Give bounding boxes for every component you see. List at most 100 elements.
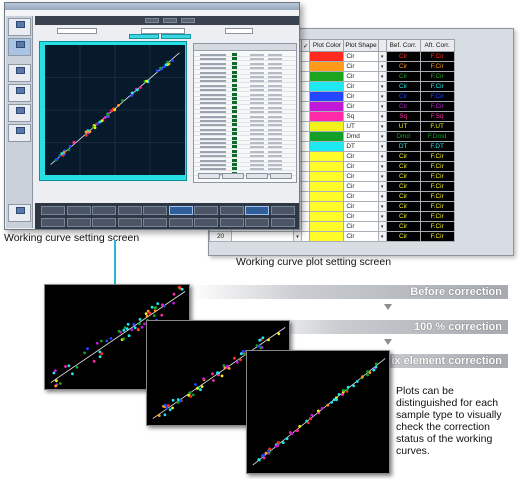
plot-shape-cell[interactable]: Cir xyxy=(343,211,379,222)
sample-list-row[interactable] xyxy=(194,101,296,106)
plot-shape-header[interactable]: Plot Shape xyxy=(343,39,379,52)
toolbar-button[interactable] xyxy=(163,18,177,23)
sample-list-row[interactable] xyxy=(194,136,296,141)
plot-shape-cell[interactable]: Dmd xyxy=(343,131,379,142)
sidebar-button-active[interactable] xyxy=(8,38,31,56)
shape-dropdown-icon[interactable]: ▾ xyxy=(377,111,387,122)
plot-color-cell[interactable] xyxy=(309,81,345,92)
plot-checkbox[interactable] xyxy=(300,231,311,242)
panel-button[interactable] xyxy=(222,173,244,179)
bef-corr-header[interactable]: Bef. Corr. xyxy=(385,39,421,52)
plot-color-cell[interactable] xyxy=(309,121,345,132)
sidebar-button[interactable] xyxy=(8,64,31,82)
plot-shape-cell[interactable]: Cir xyxy=(343,61,379,72)
shape-dropdown-icon[interactable]: ▾ xyxy=(377,221,387,232)
shape-dropdown-icon[interactable]: ▾ xyxy=(377,121,387,132)
sample-list-row[interactable] xyxy=(194,167,296,172)
sample-list-row[interactable] xyxy=(194,114,296,119)
plot-shape-cell[interactable]: Cir xyxy=(343,161,379,172)
function-button[interactable] xyxy=(143,206,167,215)
shape-dropdown-icon[interactable]: ▾ xyxy=(377,151,387,162)
panel-button[interactable] xyxy=(246,173,268,179)
plot-shape-cell[interactable]: UT xyxy=(343,121,379,132)
toolbar-button[interactable] xyxy=(145,18,159,23)
sidebar-button[interactable] xyxy=(8,84,31,102)
function-button[interactable] xyxy=(66,218,91,227)
plot-shape-cell[interactable]: Cir xyxy=(343,81,379,92)
sample-list-row[interactable] xyxy=(194,127,296,132)
function-button[interactable] xyxy=(143,218,167,227)
channel-select[interactable] xyxy=(225,28,253,34)
toolbar-button[interactable] xyxy=(181,18,195,23)
plot-shape-cell[interactable]: Cir xyxy=(343,221,379,232)
aft-corr-header[interactable]: Aft. Corr. xyxy=(419,39,455,52)
plot-color-cell[interactable] xyxy=(309,51,345,62)
function-button[interactable] xyxy=(219,218,244,227)
plot-checkbox[interactable] xyxy=(300,161,311,172)
shape-dropdown-icon[interactable]: ▾ xyxy=(377,91,387,102)
function-button[interactable] xyxy=(245,206,269,215)
sample-list-row[interactable] xyxy=(194,53,296,57)
shape-dropdown-icon[interactable]: ▾ xyxy=(377,191,387,202)
sample-list-row[interactable] xyxy=(194,119,296,123)
alloy-dropdown-icon[interactable]: ▾ xyxy=(293,231,302,242)
plot-color-cell[interactable] xyxy=(309,191,345,202)
plot-color-cell[interactable] xyxy=(309,171,345,182)
sidebar-button[interactable] xyxy=(8,204,31,222)
plot-color-cell[interactable] xyxy=(309,201,345,212)
working-curve-graph[interactable] xyxy=(45,45,185,175)
function-button[interactable] xyxy=(270,218,295,227)
group-select[interactable] xyxy=(57,28,97,34)
shape-dropdown-icon[interactable]: ▾ xyxy=(377,171,387,182)
sample-list-row[interactable] xyxy=(194,61,296,66)
plot-color-cell[interactable] xyxy=(309,211,345,222)
function-button[interactable] xyxy=(168,206,193,215)
sample-list-row[interactable] xyxy=(194,79,296,84)
plot-checkbox[interactable] xyxy=(300,181,311,192)
sidebar-button[interactable] xyxy=(8,18,31,36)
plot-checkbox[interactable] xyxy=(300,121,311,132)
function-button[interactable] xyxy=(194,218,218,227)
plot-shape-cell[interactable]: Cir xyxy=(343,201,379,212)
sample-list-row[interactable] xyxy=(194,83,296,88)
shape-dropdown-icon[interactable]: ▾ xyxy=(377,201,387,212)
panel-button[interactable] xyxy=(270,173,292,179)
sample-list-row[interactable] xyxy=(194,88,296,93)
plot-shape-cell[interactable]: Cir xyxy=(343,191,379,202)
plot-shape-cell[interactable]: Cir xyxy=(343,171,379,182)
function-button[interactable] xyxy=(117,206,142,215)
plot-checkbox[interactable] xyxy=(300,141,311,152)
sample-list-row[interactable] xyxy=(194,66,296,71)
plot-checkbox[interactable] xyxy=(300,151,311,162)
function-button[interactable] xyxy=(270,206,295,215)
plot-shape-cell[interactable]: Cir xyxy=(343,181,379,192)
plot-shape-cell[interactable]: Cir xyxy=(343,51,379,62)
plot-checkbox[interactable] xyxy=(300,211,311,222)
display-tab[interactable] xyxy=(161,34,191,39)
sidebar-button[interactable] xyxy=(8,124,31,142)
plot-color-cell[interactable] xyxy=(309,61,345,72)
plot-table-row[interactable]: 20 ▾ Cir ▾ Cir F.Cir xyxy=(209,231,455,242)
plot-checkbox[interactable] xyxy=(300,81,311,92)
check-header[interactable]: ✓ xyxy=(300,39,311,52)
function-button[interactable] xyxy=(41,206,65,215)
shape-dropdown-icon[interactable]: ▾ xyxy=(377,141,387,152)
shape-dropdown-icon[interactable]: ▾ xyxy=(377,71,387,82)
plot-shape-cell[interactable]: Cir xyxy=(343,151,379,162)
function-button[interactable] xyxy=(41,218,65,227)
shape-dropdown-icon[interactable]: ▾ xyxy=(377,61,387,72)
plot-checkbox[interactable] xyxy=(300,201,311,212)
sample-list-row[interactable] xyxy=(194,154,296,159)
plot-checkbox[interactable] xyxy=(300,101,311,112)
sample-list-row[interactable] xyxy=(194,141,296,145)
plot-color-cell[interactable] xyxy=(309,111,345,122)
sample-list-row[interactable] xyxy=(194,158,296,163)
plot-color-cell[interactable] xyxy=(309,161,345,172)
sample-list-row[interactable] xyxy=(194,70,296,75)
shape-dropdown-icon[interactable]: ▾ xyxy=(377,181,387,192)
function-button[interactable] xyxy=(245,218,269,227)
function-button[interactable] xyxy=(117,218,142,227)
plot-color-cell[interactable] xyxy=(309,221,345,232)
plot-checkbox[interactable] xyxy=(300,71,311,82)
plot-shape-cell[interactable]: Cir xyxy=(343,71,379,82)
